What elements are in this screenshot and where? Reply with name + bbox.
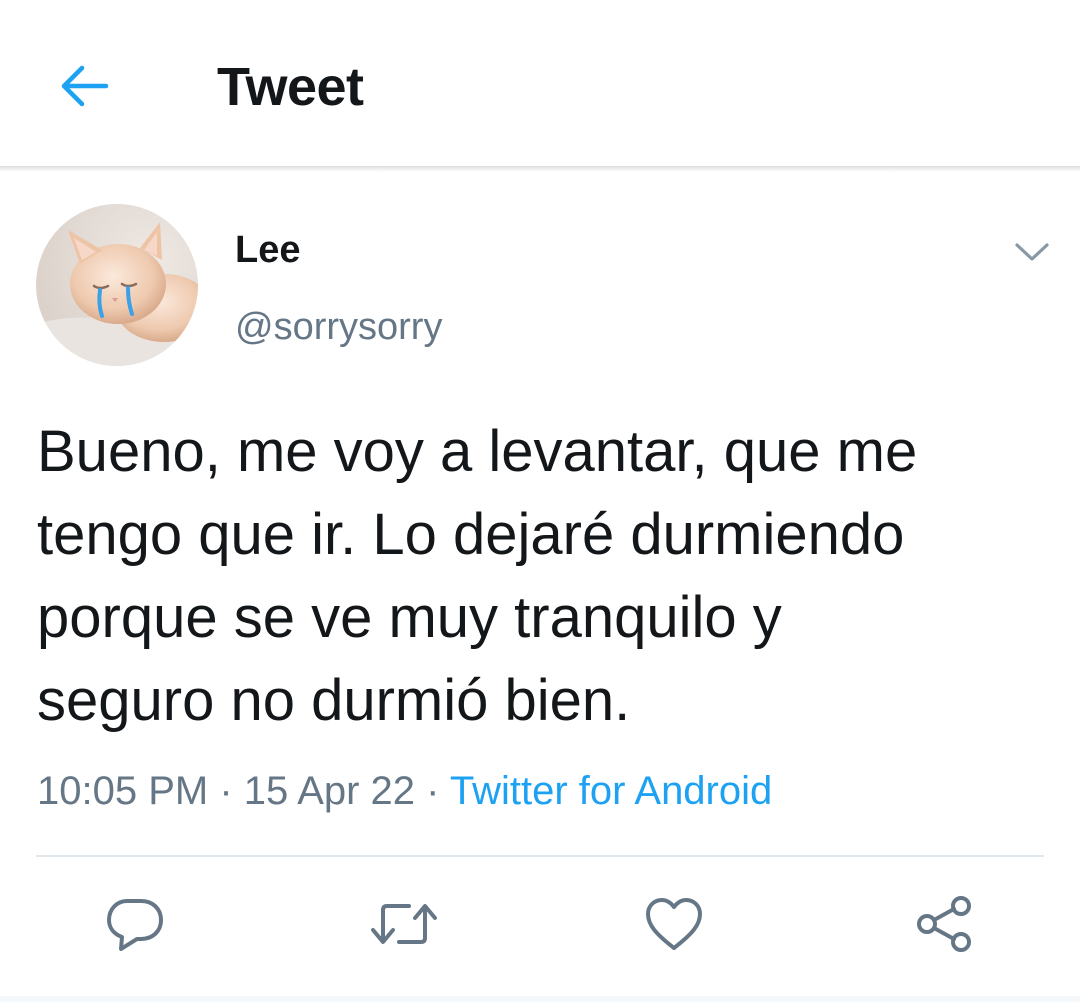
page-title: Tweet	[217, 57, 364, 117]
heart-icon	[646, 898, 702, 950]
tweet-date: 15 Apr 22	[243, 769, 416, 813]
bottom-divider	[0, 996, 1080, 1002]
tweet-source-link[interactable]: Twitter for Android	[450, 769, 772, 813]
back-button[interactable]	[52, 58, 116, 114]
tweet-time: 10:05 PM	[37, 769, 209, 813]
divider	[36, 855, 1044, 857]
meta-separator: ·	[426, 769, 440, 813]
retweet-icon	[371, 904, 437, 944]
author-name[interactable]: Lee	[235, 226, 300, 274]
share-button[interactable]	[908, 890, 980, 958]
chevron-down-icon	[1015, 243, 1049, 261]
tweet-options-button[interactable]	[1010, 234, 1054, 270]
crying-cat-avatar-image	[36, 204, 198, 366]
tweet-meta: 10:05 PM · 15 Apr 22 · Twitter for Andro…	[37, 766, 772, 816]
back-arrow-icon	[61, 65, 109, 107]
tweet-detail-screen: Tweet Lee @sorrysorry Bueno, me voy a le…	[0, 0, 1080, 1002]
reply-button[interactable]	[99, 890, 171, 958]
meta-separator: ·	[219, 769, 233, 813]
like-button[interactable]	[638, 890, 710, 958]
share-icon	[917, 896, 971, 952]
retweet-button[interactable]	[368, 890, 440, 958]
header-divider	[0, 166, 1080, 172]
reply-icon	[107, 899, 163, 951]
tweet-text: Bueno, me voy a levantar, que me tengo q…	[37, 419, 918, 733]
avatar[interactable]	[36, 204, 198, 366]
top-app-bar: Tweet	[0, 0, 1080, 168]
author-handle[interactable]: @sorrysorry	[235, 303, 442, 351]
